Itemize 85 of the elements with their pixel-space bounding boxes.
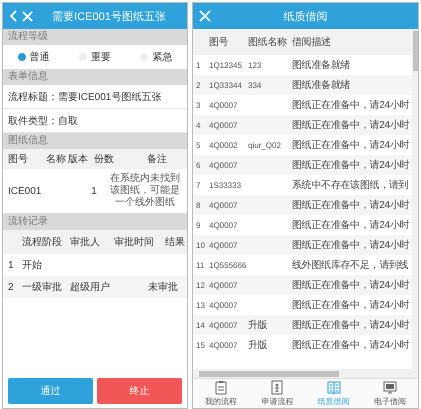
table-cell-text: 图纸正在准备中，请24小时 <box>292 158 410 172</box>
table-cell-text: 4Q0007 <box>209 200 238 210</box>
page-title: 纸质借阅 <box>282 10 328 24</box>
column-header: 版本 <box>68 152 89 166</box>
column-header: 图纸名称 <box>248 36 288 49</box>
table-cell-text: 1Q12345 <box>209 60 243 70</box>
table-cell-text: 5 <box>196 140 202 150</box>
radio-option[interactable]: 重要 <box>76 50 113 64</box>
form-field-text: 流程标题：需要ICE001号图纸五张 <box>8 90 162 104</box>
table-cell-text: 9 <box>196 220 202 230</box>
column-header: 流程阶段 <box>22 236 63 249</box>
column-header: 图号 <box>8 153 29 166</box>
table-cell-text: 系统中不存在该图纸，请到 <box>292 178 410 192</box>
table-cell-text: 7 <box>196 180 202 190</box>
table-cell-text: 123 <box>248 60 262 70</box>
table-cell-text: 4Q0002 <box>209 140 238 150</box>
table-cell-text: 4Q0007 <box>209 240 238 250</box>
table-cell-text: 在系统内未找到该图纸，可能是一个线外图纸 <box>109 173 181 209</box>
form-field-text: 取件类型：自取 <box>8 114 78 128</box>
table-cell-text: 图纸正在准备中，请24小时 <box>292 238 410 252</box>
tab[interactable]: 申请流程 <box>249 379 306 408</box>
table-cell-text: 线外图纸库存不足，请到线 <box>292 258 410 272</box>
table-cell-text: 3 <box>196 100 202 110</box>
column-header: 借阅描述 <box>292 36 332 49</box>
section-heading: 流转记录 <box>3 214 187 230</box>
table-cell-text: 图纸准备就绪 <box>292 78 352 92</box>
table-cell-text: 8 <box>196 200 202 210</box>
table-cell-text: 11 <box>196 260 206 270</box>
table-cell-text: 4Q0007 <box>209 220 238 230</box>
column-header: 审批人 <box>70 236 101 249</box>
table-cell-text: 1 <box>90 186 98 196</box>
table-cell-text: 图纸正在准备中，请24小时 <box>292 138 410 152</box>
column-header: 结果 <box>164 236 186 249</box>
section-heading: 表单信息 <box>3 69 187 85</box>
table-cell-text: 334 <box>248 80 262 90</box>
table-cell-text: 4Q0007 <box>209 100 238 110</box>
table-cell-text: 超级用户 <box>70 280 111 294</box>
column-header: 审批时间 <box>114 236 154 249</box>
table-cell-text: 开始 <box>22 259 43 272</box>
table-cell-text: 4Q0007 <box>209 300 238 310</box>
table-cell-text: 1S33333 <box>209 180 242 190</box>
table-cell-text: 4 <box>196 120 202 130</box>
table-cell-text: 14 <box>196 320 206 330</box>
table-cell-text: 图纸正在准备中，请24小时 <box>292 118 410 132</box>
table-cell-text: 图纸正在准备中，请24小时 <box>292 318 410 332</box>
page-title: 需要ICE001号图纸五张 <box>51 10 167 24</box>
column-header: 图号 <box>209 36 230 49</box>
table-cell-text: qiur_Q02 <box>248 140 282 150</box>
table-cell-text: 图纸正在准备中，请24小时 <box>292 278 410 292</box>
table-cell-text: 1 <box>196 60 202 70</box>
table-cell-text: 1 <box>8 260 15 270</box>
table-cell-text: 图纸准备就绪 <box>292 58 352 72</box>
tab[interactable]: 电子借阅 <box>362 379 418 408</box>
table-cell-text: 未审批 <box>147 280 179 294</box>
column-header: 备注 <box>146 152 168 166</box>
section-heading: 流程等级 <box>3 29 187 45</box>
table-cell: 1Q555666 <box>209 260 246 270</box>
table-cell-text: 4Q0007 <box>209 340 238 350</box>
table-cell-text: 4Q0007 <box>209 280 238 290</box>
column-header: 份数 <box>94 153 115 166</box>
table-cell-text: ICE001 <box>8 186 42 196</box>
table-cell-text: 12 <box>196 280 206 290</box>
table-cell-text: 2 <box>8 282 15 292</box>
table-cell-text: 2 <box>196 80 202 90</box>
table-cell-text: 图纸正在准备中，请24小时 <box>292 98 410 112</box>
radio-option[interactable]: 普通 <box>16 50 52 64</box>
table-cell-text: 10 <box>196 240 206 250</box>
table-cell-text: 图纸正在准备中，请24小时 <box>292 218 410 232</box>
column-header: 名称 <box>46 153 66 166</box>
table-cell-text: 4Q0007 <box>209 320 238 330</box>
table-cell-text: 15 <box>196 340 206 350</box>
table-cell-text: 升版 <box>248 318 268 332</box>
table-cell-text: 4Q0007 <box>209 160 238 170</box>
section-heading: 图纸信息 <box>3 133 187 149</box>
radio-option[interactable]: 紧急 <box>138 50 174 64</box>
table-cell-text: 图纸正在准备中，请24小时 <box>292 298 410 312</box>
table-cell-text: 6 <box>196 160 202 170</box>
table-cell-text: 升版 <box>248 338 268 352</box>
table-cell-text: 1Q33344 <box>209 80 243 90</box>
table-cell-text: 图纸正在准备中，请24小时 <box>292 338 410 352</box>
tab[interactable]: 我的流程 <box>193 379 250 408</box>
table-cell-text: 4Q0007 <box>209 120 238 130</box>
table-cell-text: 13 <box>196 300 206 310</box>
table-cell-text: 一级审批 <box>22 280 63 294</box>
table-cell-text: 图纸正在准备中，请24小时 <box>292 198 410 212</box>
